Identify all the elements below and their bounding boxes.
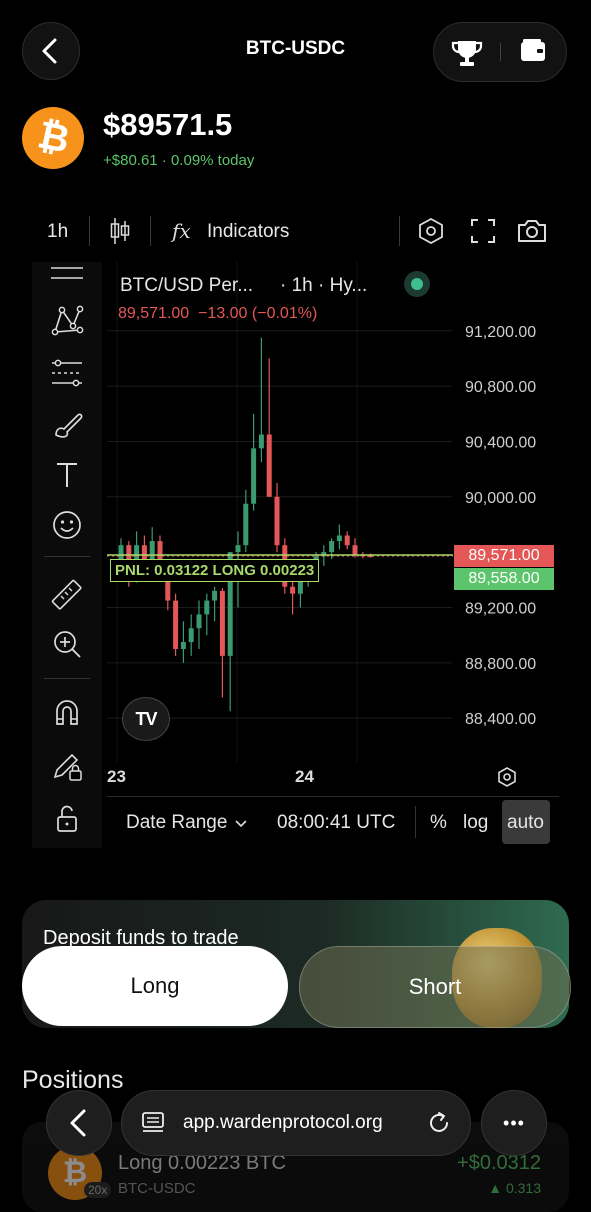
trend-lines-icon[interactable] (48, 262, 86, 284)
candle-body (243, 503, 249, 546)
candle-body (329, 541, 335, 553)
log-toggle[interactable]: log (463, 812, 488, 834)
candle-body (352, 545, 358, 555)
divider (399, 216, 400, 246)
utc-time[interactable]: 08:00:41 UTC (277, 812, 395, 834)
url-bar[interactable]: app.wardenprotocol.org (121, 1090, 471, 1156)
divider (415, 806, 416, 838)
y-axis-label: 89,200.00 (465, 600, 536, 617)
candle-body (219, 590, 225, 656)
text-tool-icon[interactable] (48, 456, 86, 494)
divider (150, 216, 151, 246)
fullscreen-icon[interactable] (469, 217, 497, 245)
date-range-label: Date Range (126, 812, 228, 833)
position-pnl: +$0.0312 (457, 1152, 541, 1174)
position-pnl-sub: ▲ 0.313 (488, 1180, 541, 1196)
chevron-down-icon (235, 820, 247, 828)
axis-settings-icon[interactable] (495, 765, 519, 789)
candle-body (204, 600, 210, 615)
last-price-tag: 89,571.00 (454, 545, 554, 567)
percent-toggle[interactable]: % (430, 812, 447, 834)
x-axis-label: 24 (295, 767, 314, 786)
chart-symbol-label: BTC/USD Per... (120, 275, 254, 296)
date-range-button[interactable]: Date Range (126, 810, 266, 836)
unlock-icon[interactable] (48, 800, 86, 838)
position-pair: BTC-USDC (118, 1180, 196, 1197)
bitcoin-logo-icon: ₿ (22, 107, 84, 169)
candle-body (344, 535, 350, 546)
fib-retracement-icon[interactable] (48, 355, 86, 393)
long-button[interactable]: Long (22, 946, 288, 1026)
candle-body (251, 448, 257, 504)
x-axis-label: 23 (107, 767, 126, 786)
candle-body (212, 590, 218, 601)
indicators-label: Indicators (207, 221, 290, 242)
pattern-icon[interactable] (48, 302, 86, 340)
price-change: +$80.61 · 0.09% today (103, 152, 255, 169)
candle-body (274, 496, 280, 546)
browser-back-button[interactable] (46, 1090, 112, 1156)
y-axis-label: 88,800.00 (465, 656, 536, 673)
y-axis-label: 90,400.00 (465, 434, 536, 451)
header-actions (433, 22, 567, 82)
magnet-icon[interactable] (48, 694, 86, 732)
ruler-icon[interactable] (48, 576, 86, 614)
chart-interval-label: · 1h · Hy... (280, 275, 368, 296)
divider (107, 796, 559, 797)
candle-body (196, 614, 202, 629)
y-axis-label: 88,400.00 (465, 711, 536, 728)
divider (44, 678, 90, 679)
brush-icon[interactable] (48, 405, 86, 443)
candle-body (290, 586, 296, 594)
short-button[interactable]: Short (299, 946, 571, 1028)
trophy-icon (451, 41, 483, 66)
wallet-button[interactable] (500, 23, 566, 81)
url-text: app.wardenprotocol.org (183, 1112, 383, 1133)
candle-body (180, 642, 186, 649)
market-status-icon (404, 271, 430, 297)
interval-selector[interactable]: 1h (47, 221, 68, 243)
auto-toggle[interactable]: auto (502, 800, 550, 844)
y-axis-label: 90,000.00 (465, 490, 536, 507)
price-chart[interactable]: 91,200.00 90,800.00 90,400.00 90,000.00 89,2… (107, 262, 591, 792)
asset-price: $89571.5 (103, 107, 233, 142)
leverage-badge: 20x (84, 1182, 112, 1198)
page-menu-icon (142, 1112, 164, 1132)
candlestick-type-icon[interactable] (108, 216, 132, 246)
chevron-left-icon (70, 1109, 86, 1137)
divider (44, 556, 90, 557)
more-icon: ••• (503, 1112, 525, 1133)
more-options-button[interactable]: ••• (481, 1090, 547, 1156)
wallet-icon (521, 39, 545, 61)
reload-icon[interactable] (425, 1109, 453, 1137)
ohlc-readout: 89,571.00 −13.00 (−0.01%) (118, 305, 318, 322)
emoji-icon[interactable] (48, 506, 86, 544)
candle-body (258, 434, 264, 449)
zoom-in-icon[interactable] (48, 625, 86, 663)
lock-drawings-icon[interactable] (48, 746, 86, 784)
indicators-button[interactable]: fx Indicators (172, 214, 302, 248)
camera-icon[interactable] (516, 217, 548, 245)
settings-hexagon-icon[interactable] (416, 216, 446, 246)
pnl-label: PNL: 0.03122 LONG 0.00223 (110, 559, 320, 582)
y-axis-label: 91,200.00 (465, 324, 536, 341)
candle-body (235, 545, 241, 553)
y-axis-label: 90,800.00 (465, 379, 536, 396)
function-icon: fx (172, 219, 191, 243)
entry-price-tag: 89,558.00 (454, 568, 554, 590)
status-dot (411, 278, 423, 290)
tradingview-logo-icon[interactable]: TV (122, 697, 170, 741)
candle-body (336, 535, 342, 542)
candle-body (188, 628, 194, 643)
candle-body (173, 600, 179, 649)
candle-body (266, 434, 272, 497)
leaderboard-button[interactable] (434, 23, 500, 81)
divider (89, 216, 90, 246)
